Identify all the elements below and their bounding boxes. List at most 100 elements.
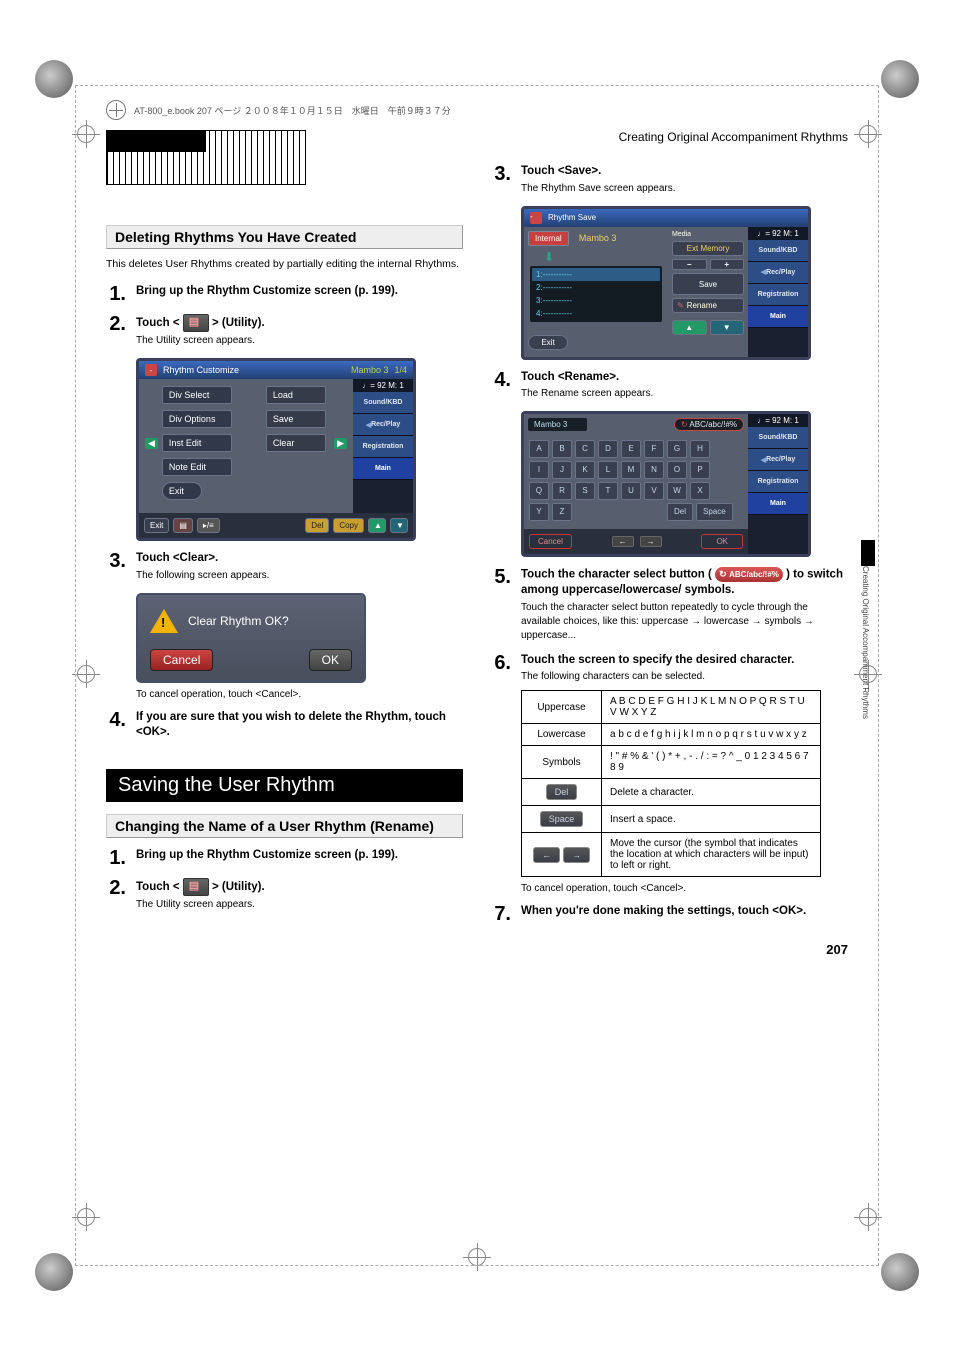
key-v[interactable]: V (644, 482, 664, 500)
opt-note-edit[interactable]: Note Edit (162, 458, 232, 476)
key-t[interactable]: T (598, 482, 618, 500)
save-button[interactable]: Save (672, 273, 744, 295)
ui2-title: Rhythm Save (548, 213, 596, 222)
key-k[interactable]: K (575, 461, 595, 479)
rename-step-1: 1. Bring up the Rhythm Customize screen … (106, 848, 463, 868)
r-step-6: 6. Touch the screen to specify the desir… (491, 653, 848, 685)
key-b[interactable]: B (552, 440, 572, 458)
rec-play-button[interactable]: ◀Rec/Play (748, 262, 808, 284)
table-row: SpaceInsert a space. (522, 806, 821, 833)
key-q[interactable]: Q (529, 482, 549, 500)
table-row: DelDelete a character. (522, 779, 821, 806)
util-icon[interactable]: ▤ (173, 518, 193, 533)
key-a[interactable]: A (529, 440, 549, 458)
exit-button[interactable]: Exit (528, 335, 568, 350)
media-value[interactable]: Ext Memory (672, 241, 744, 256)
registration-button[interactable]: Registration (353, 436, 413, 458)
frac-button[interactable]: ▸/≡ (197, 518, 220, 533)
step-3-sub: The following screen appears. (136, 569, 463, 583)
key-m[interactable]: M (621, 461, 641, 479)
key-w[interactable]: W (667, 482, 687, 500)
sound-kbd-button[interactable]: Sound/KBD (748, 427, 808, 449)
del-button[interactable]: Del (305, 518, 329, 533)
intro-text: This deletes User Rhythms created by par… (106, 257, 463, 272)
main-button[interactable]: Main (748, 306, 808, 328)
arrow-left-icon[interactable]: ← (612, 536, 634, 547)
arrow-right-icon[interactable]: ▶ (334, 438, 347, 449)
plus-button[interactable]: + (710, 259, 745, 270)
rec-play-button[interactable]: ◀Rec/Play (353, 414, 413, 436)
key-l[interactable]: L (598, 461, 618, 479)
rename-button[interactable]: Rename (672, 298, 744, 313)
arrow-up-icon[interactable]: ▲ (368, 518, 386, 533)
key-g[interactable]: G (667, 440, 687, 458)
ok-button[interactable]: OK (309, 649, 352, 671)
list-item[interactable]: 2:----------- (532, 281, 660, 294)
registration-button[interactable]: Registration (748, 284, 808, 306)
sound-kbd-button[interactable]: Sound/KBD (748, 240, 808, 262)
book-header-text: AT-800_e.book 207 ページ ２００８年１０月１５日 水曜日 午前… (134, 104, 451, 117)
registration-button[interactable]: Registration (748, 471, 808, 493)
exit-button[interactable]: Exit (144, 518, 169, 533)
name-field[interactable]: Mambo 3 (528, 418, 587, 431)
key-p[interactable]: P (690, 461, 710, 479)
close-icon[interactable]: - (530, 212, 542, 224)
opt-clear[interactable]: Clear (266, 434, 326, 452)
rec-play-button[interactable]: ◀Rec/Play (748, 449, 808, 471)
arrow-right-icon[interactable]: → (640, 536, 662, 547)
opt-save[interactable]: Save (266, 410, 326, 428)
key-u[interactable]: U (621, 482, 641, 500)
key-c[interactable]: C (575, 440, 595, 458)
opt-div-options[interactable]: Div Options (162, 410, 232, 428)
key-x[interactable]: X (690, 482, 710, 500)
rhythm-name: Mambo 3 (575, 229, 621, 247)
cancel-button[interactable]: Cancel (150, 649, 213, 671)
cancel-button[interactable]: Cancel (529, 534, 572, 549)
key-f[interactable]: F (644, 440, 664, 458)
exit-small[interactable]: Exit (162, 482, 202, 500)
key-i[interactable]: I (529, 461, 549, 479)
list-item[interactable]: 3:----------- (532, 294, 660, 307)
key-d[interactable]: D (598, 440, 618, 458)
key-n[interactable]: N (644, 461, 664, 479)
key-j[interactable]: J (552, 461, 572, 479)
key-z[interactable]: Z (552, 503, 572, 521)
key-r[interactable]: R (552, 482, 572, 500)
dialog-text: Clear Rhythm OK? (188, 614, 289, 628)
page-title: Creating Original Accompaniment Rhythms (491, 130, 848, 144)
arrow-down-icon[interactable]: ▼ (710, 320, 745, 335)
list-item[interactable]: 4:----------- (532, 307, 660, 320)
key-y[interactable]: Y (529, 503, 549, 521)
arrow-left-icon[interactable]: ◀ (145, 438, 158, 449)
key-space[interactable]: Space (696, 503, 733, 521)
step-1-title: Bring up the Rhythm Customize screen (p.… (136, 284, 463, 300)
arrow-up-icon[interactable]: ▲ (672, 320, 707, 335)
char-select-icon: ABC/abc/!#% (715, 567, 783, 582)
print-mark-bl (35, 1253, 73, 1291)
opt-inst-edit[interactable]: Inst Edit (162, 434, 232, 452)
keyboard-grid: ABCDEFGH IJKLMNOP QRSTUVWX YZ DelSpace (524, 435, 748, 529)
key-del[interactable]: Del (667, 503, 693, 521)
copy-button[interactable]: Copy (333, 518, 364, 533)
step-2: 2. Touch < > (Utility). The Utility scre… (106, 314, 463, 348)
utility-icon (183, 314, 209, 332)
arrow-down-icon[interactable]: ▼ (390, 518, 408, 533)
internal-tab[interactable]: Internal (528, 231, 569, 246)
left-column: Deleting Rhythms You Have Created This d… (106, 130, 463, 957)
step-2-title: Touch < > (Utility). (136, 314, 463, 332)
arrow-left-key-icon: ← (533, 847, 560, 863)
opt-load[interactable]: Load (266, 386, 326, 404)
minus-button[interactable]: − (672, 259, 707, 270)
key-h[interactable]: H (690, 440, 710, 458)
key-e[interactable]: E (621, 440, 641, 458)
main-button[interactable]: Main (353, 458, 413, 480)
main-button[interactable]: Main (748, 493, 808, 515)
sound-kbd-button[interactable]: Sound/KBD (353, 392, 413, 414)
char-mode-button[interactable]: ABC/abc/!#% (674, 418, 744, 431)
list-item[interactable]: 1:----------- (532, 268, 660, 281)
key-s[interactable]: S (575, 482, 595, 500)
ok-button[interactable]: OK (701, 534, 743, 549)
close-icon[interactable]: - (145, 364, 157, 376)
key-o[interactable]: O (667, 461, 687, 479)
opt-div-select[interactable]: Div Select (162, 386, 232, 404)
